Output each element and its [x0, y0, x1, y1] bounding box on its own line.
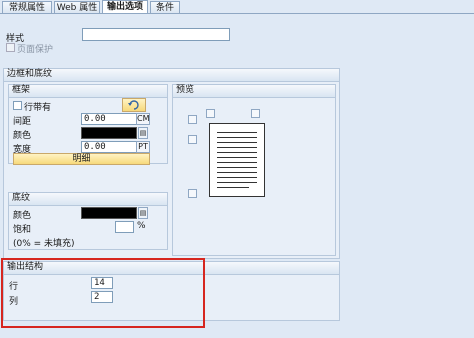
preview-line	[217, 157, 257, 158]
page-protect-checkbox[interactable]	[6, 43, 15, 52]
style-input[interactable]	[82, 28, 230, 41]
color-picker-icon[interactable]: ▤	[138, 127, 148, 139]
preview-top-right-button[interactable]	[251, 109, 260, 118]
preview-group: 预览	[172, 84, 336, 256]
saturation-label: 饱和	[13, 225, 32, 235]
frame-group: 框架 行带有 间距 0.00 CM 颜色 ▤ 宽度 0.00 PT 明细	[8, 84, 168, 165]
color-picker-icon[interactable]: ▤	[138, 207, 148, 219]
tab-bar: 常规属性 Web 属性 输出选项 条件	[0, 0, 474, 14]
shading-title: 底纹	[9, 193, 167, 206]
preview-bottom-left-button[interactable]	[188, 189, 197, 198]
tab-output-options[interactable]: 输出选项	[102, 0, 148, 14]
border-shading-group: 边框和底纹 框架 行带有 间距 0.00 CM 颜色 ▤ 宽度 0.00 PT …	[3, 68, 340, 259]
highlight-box	[1, 258, 205, 328]
spacing-unit: CM	[136, 113, 150, 125]
tab-content: 样式 页面保护 边框和底纹 框架 行带有 间距 0.00 CM 颜色 ▤ 宽度	[0, 14, 474, 338]
clear-button[interactable]: 明细	[13, 153, 150, 165]
preview-top-left-button[interactable]	[188, 115, 197, 124]
page-protect-label: 页面保护	[17, 45, 54, 55]
spacing-input[interactable]: 0.00	[81, 113, 137, 125]
preview-line	[217, 162, 257, 163]
preview-line	[217, 172, 257, 173]
saturation-input[interactable]	[115, 221, 134, 233]
refresh-icon	[128, 100, 139, 110]
preview-line	[217, 177, 257, 178]
preview-title: 预览	[173, 85, 335, 98]
shading-group: 底纹 颜色 ▤ 饱和 % (0% = 未填充)	[8, 192, 168, 250]
refresh-button[interactable]	[122, 98, 146, 112]
preview-line	[217, 142, 257, 143]
shading-color-swatch[interactable]	[81, 207, 137, 219]
frame-color-swatch[interactable]	[81, 127, 137, 139]
width-input[interactable]: 0.00	[81, 141, 137, 153]
preview-left-button[interactable]	[188, 135, 197, 144]
preview-line	[217, 182, 257, 183]
border-shading-title: 边框和底纹	[4, 69, 339, 82]
spacing-label: 间距	[13, 117, 32, 127]
frame-title: 框架	[9, 85, 167, 98]
preview-line	[217, 167, 257, 168]
preview-line	[217, 147, 257, 148]
shading-note: (0% = 未填充)	[13, 239, 75, 249]
preview-line	[217, 187, 249, 188]
with-lines-checkbox[interactable]	[13, 101, 22, 110]
preview-line	[217, 152, 257, 153]
frame-color-label: 颜色	[13, 131, 32, 141]
with-lines-label: 行带有	[24, 103, 52, 113]
preview-line	[217, 137, 257, 138]
shading-color-label: 颜色	[13, 211, 32, 221]
width-unit: PT	[136, 141, 150, 153]
preview-page	[209, 123, 265, 197]
saturation-unit: %	[137, 221, 146, 231]
preview-line	[217, 132, 257, 133]
preview-top-button[interactable]	[206, 109, 215, 118]
